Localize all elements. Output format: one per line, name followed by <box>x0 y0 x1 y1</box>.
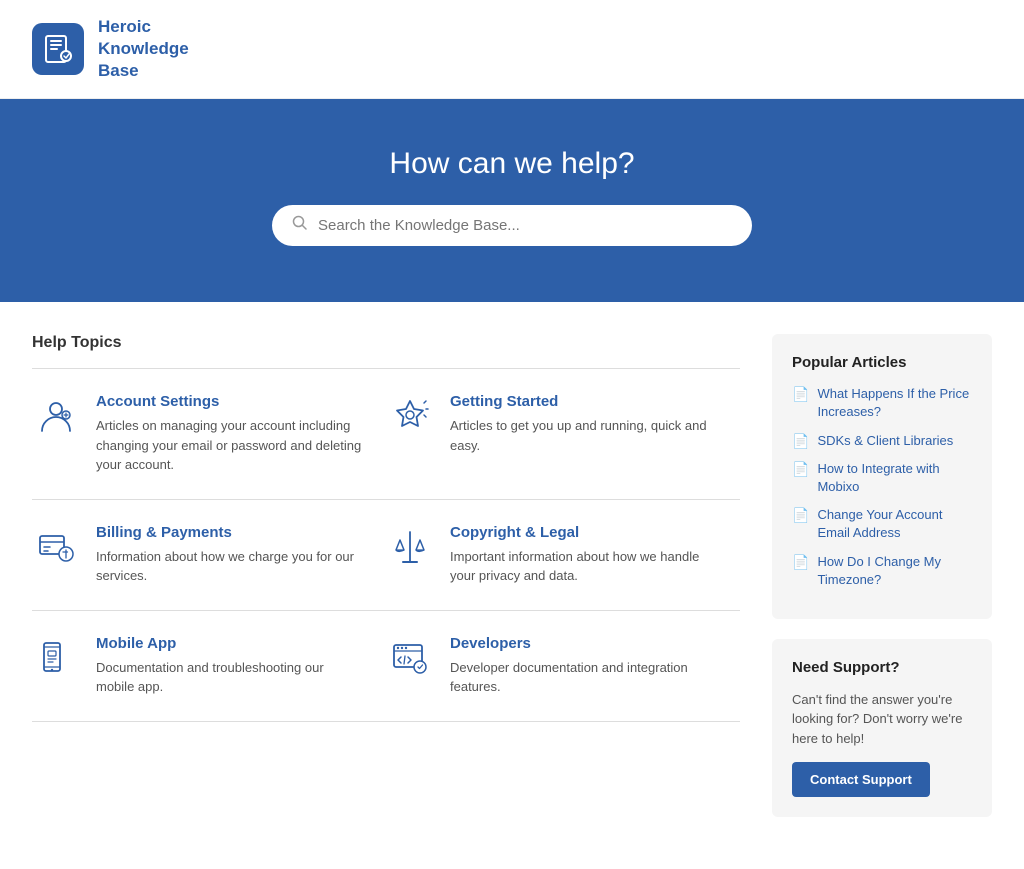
search-input[interactable] <box>318 217 732 234</box>
topic-desc-billing: Information about how we charge you for … <box>96 547 362 586</box>
article-link-4[interactable]: How Do I Change My Timezone? <box>817 553 972 589</box>
support-title: Need Support? <box>792 659 972 676</box>
logo-text: Heroic Knowledge Base <box>98 16 189 82</box>
topic-item-getting-started[interactable]: Getting Started Articles to get you up a… <box>386 369 740 500</box>
topic-desc-mobile: Documentation and troubleshooting our mo… <box>96 658 362 697</box>
topic-item-billing[interactable]: Billing & Payments Information about how… <box>32 500 386 611</box>
header: Heroic Knowledge Base <box>0 0 1024 99</box>
article-icon-3: 📄 <box>792 507 809 524</box>
topic-name-account-settings: Account Settings <box>96 393 362 410</box>
contact-support-button[interactable]: Contact Support <box>792 762 930 797</box>
topic-text-getting-started: Getting Started Articles to get you up a… <box>450 393 724 455</box>
legal-icon <box>386 524 434 572</box>
hero-title: How can we help? <box>20 147 1004 181</box>
sidebar: Popular Articles 📄 What Happens If the P… <box>772 334 992 837</box>
article-item-2[interactable]: 📄 How to Integrate with Mobixo <box>792 460 972 496</box>
article-item-0[interactable]: 📄 What Happens If the Price Increases? <box>792 385 972 421</box>
article-link-3[interactable]: Change Your Account Email Address <box>817 506 972 542</box>
account-settings-icon <box>32 393 80 441</box>
topic-item-legal[interactable]: Copyright & Legal Important information … <box>386 500 740 611</box>
topic-text-mobile: Mobile App Documentation and troubleshoo… <box>96 635 362 697</box>
topic-item-developers[interactable]: Developers Developer documentation and i… <box>386 611 740 722</box>
topic-item-mobile[interactable]: Mobile App Documentation and troubleshoo… <box>32 611 386 722</box>
article-link-0[interactable]: What Happens If the Price Increases? <box>817 385 972 421</box>
topic-name-legal: Copyright & Legal <box>450 524 724 541</box>
article-link-1[interactable]: SDKs & Client Libraries <box>817 432 953 450</box>
topic-name-developers: Developers <box>450 635 724 652</box>
topic-text-account-settings: Account Settings Articles on managing yo… <box>96 393 362 475</box>
article-item-1[interactable]: 📄 SDKs & Client Libraries <box>792 432 972 450</box>
topics-grid: Account Settings Articles on managing yo… <box>32 369 740 722</box>
search-icon <box>292 215 308 236</box>
topic-text-legal: Copyright & Legal Important information … <box>450 524 724 586</box>
article-icon-0: 📄 <box>792 386 809 403</box>
main-content: Help Topics Account Settings Articles on… <box>12 302 1012 869</box>
article-icon-4: 📄 <box>792 554 809 571</box>
billing-icon <box>32 524 80 572</box>
article-item-4[interactable]: 📄 How Do I Change My Timezone? <box>792 553 972 589</box>
article-icon-2: 📄 <box>792 461 809 478</box>
getting-started-icon <box>386 393 434 441</box>
topic-desc-getting-started: Articles to get you up and running, quic… <box>450 416 724 455</box>
topics-section: Help Topics Account Settings Articles on… <box>32 334 740 837</box>
logo-icon <box>32 23 84 75</box>
topic-desc-developers: Developer documentation and integration … <box>450 658 724 697</box>
topic-name-mobile: Mobile App <box>96 635 362 652</box>
article-icon-1: 📄 <box>792 433 809 450</box>
article-item-3[interactable]: 📄 Change Your Account Email Address <box>792 506 972 542</box>
popular-articles-card: Popular Articles 📄 What Happens If the P… <box>772 334 992 619</box>
topic-text-billing: Billing & Payments Information about how… <box>96 524 362 586</box>
developers-icon <box>386 635 434 683</box>
mobile-icon <box>32 635 80 683</box>
topic-text-developers: Developers Developer documentation and i… <box>450 635 724 697</box>
topic-name-billing: Billing & Payments <box>96 524 362 541</box>
article-link-2[interactable]: How to Integrate with Mobixo <box>817 460 972 496</box>
topic-item-account-settings[interactable]: Account Settings Articles on managing yo… <box>32 369 386 500</box>
topic-desc-legal: Important information about how we handl… <box>450 547 724 586</box>
support-desc: Can't find the answer you're looking for… <box>792 690 972 749</box>
section-title: Help Topics <box>32 334 740 352</box>
support-card: Need Support? Can't find the answer you'… <box>772 639 992 818</box>
popular-articles-title: Popular Articles <box>792 354 972 371</box>
search-bar <box>272 205 752 246</box>
hero-section: How can we help? <box>0 99 1024 302</box>
topic-desc-account-settings: Articles on managing your account includ… <box>96 416 362 475</box>
topic-name-getting-started: Getting Started <box>450 393 724 410</box>
